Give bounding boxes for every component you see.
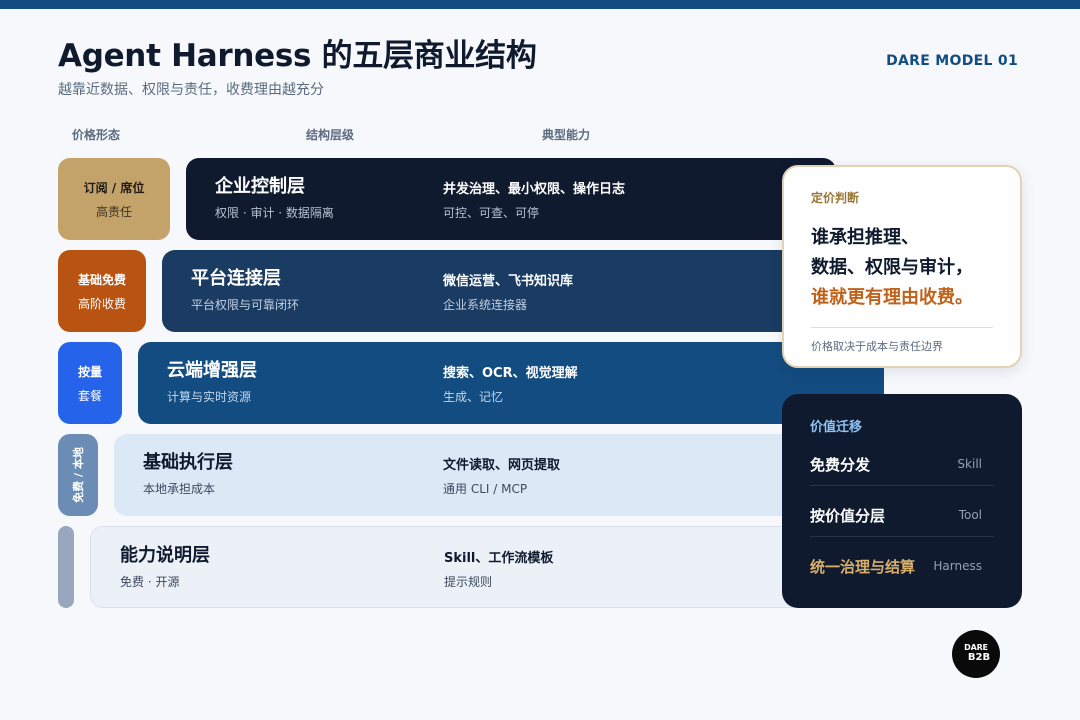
layer-sub: 权限 · 审计 · 数据隔离 bbox=[215, 206, 334, 220]
shift-heading: 价值迁移 bbox=[810, 420, 863, 435]
layer-sub: 平台权限与可靠闭环 bbox=[191, 298, 300, 312]
judgement-divider bbox=[811, 327, 993, 328]
shift-row-label: 按价值分层 bbox=[810, 507, 886, 525]
layer-capability-sub: 可控、可查、可停 bbox=[443, 206, 540, 220]
shift-row-skill: 免费分发 Skill bbox=[810, 454, 994, 478]
logo-line-2: B2B bbox=[967, 652, 991, 663]
layer-capability-sub: 提示规则 bbox=[444, 575, 493, 589]
shift-divider bbox=[810, 536, 994, 537]
judgement-note: 价格取决于成本与责任边界 bbox=[811, 340, 943, 353]
layer-capability-main: 文件读取、网页提取 bbox=[443, 458, 561, 473]
layer-capability-sub: 生成、记忆 bbox=[443, 390, 504, 404]
layer-capability-description: 能力说明层 免费 · 开源 Skill、工作流模板 提示规则 bbox=[90, 526, 804, 608]
pricing-tag-open bbox=[58, 526, 74, 608]
pricing-tag-title: 订阅 / 席位 bbox=[83, 180, 145, 195]
value-shift-card: 价值迁移 免费分发 Skill 按价值分层 Tool 统一治理与结算 Harne… bbox=[782, 394, 1022, 608]
layer-sub: 本地承担成本 bbox=[143, 482, 216, 496]
pricing-tag-free-local: 免费 / 本地 bbox=[58, 434, 98, 516]
layer-name: 基础执行层 bbox=[143, 452, 233, 473]
pricing-tag-freemium: 基础免费 高阶收费 bbox=[58, 250, 146, 332]
pricing-tag-subscription: 订阅 / 席位 高责任 bbox=[58, 158, 170, 240]
shift-row-harness: 统一治理与结算 Harness bbox=[810, 556, 994, 580]
layer-name: 平台连接层 bbox=[191, 268, 281, 289]
page-title: Agent Harness 的五层商业结构 bbox=[58, 38, 537, 74]
logo-line-1: DARE bbox=[964, 643, 988, 652]
layer-capability-main: 搜索、OCR、视觉理解 bbox=[443, 366, 578, 381]
judgement-line-2: 数据、权限与审计， bbox=[811, 257, 973, 278]
judgement-line-1: 谁承担推理、 bbox=[811, 227, 919, 248]
column-header-layer: 结构层级 bbox=[306, 128, 355, 142]
shift-row-tool: 按价值分层 Tool bbox=[810, 505, 994, 529]
layer-enterprise-control: 企业控制层 权限 · 审计 · 数据隔离 并发治理、最小权限、操作日志 可控、可… bbox=[186, 158, 836, 240]
layer-capability-main: 微信运营、飞书知识库 bbox=[443, 274, 574, 289]
layer-sub: 计算与实时资源 bbox=[167, 390, 252, 404]
shift-row-label: 免费分发 bbox=[810, 456, 871, 474]
column-header-pricing: 价格形态 bbox=[72, 128, 121, 142]
layer-platform-connect: 平台连接层 平台权限与可靠闭环 微信运营、飞书知识库 企业系统连接器 bbox=[162, 250, 836, 332]
layer-basic-execution: 基础执行层 本地承担成本 文件读取、网页提取 通用 CLI / MCP bbox=[114, 434, 804, 516]
layer-capability-main: 并发治理、最小权限、操作日志 bbox=[443, 182, 626, 197]
judgement-line-3: 谁就更有理由收费。 bbox=[811, 287, 973, 308]
shift-divider bbox=[810, 485, 994, 486]
shift-row-tag: Harness bbox=[933, 559, 982, 573]
model-label: DARE MODEL 01 bbox=[886, 53, 1018, 69]
column-header-capability: 典型能力 bbox=[542, 128, 591, 142]
top-accent-bar bbox=[0, 0, 1080, 9]
pricing-tag-title: 免费 / 本地 bbox=[72, 447, 85, 503]
layer-name: 云端增强层 bbox=[167, 360, 257, 381]
layer-sub: 免费 · 开源 bbox=[120, 575, 180, 589]
layer-cloud-enhance: 云端增强层 计算与实时资源 搜索、OCR、视觉理解 生成、记忆 bbox=[138, 342, 884, 424]
shift-row-tag: Skill bbox=[957, 457, 982, 471]
pricing-tag-sub: 高责任 bbox=[95, 204, 132, 219]
pricing-tag-sub: 套餐 bbox=[77, 388, 102, 403]
layer-name: 企业控制层 bbox=[215, 176, 305, 197]
judgement-heading: 定价判断 bbox=[811, 191, 860, 205]
layer-capability-sub: 企业系统连接器 bbox=[443, 298, 528, 312]
layer-capability-main: Skill、工作流模板 bbox=[444, 551, 554, 566]
pricing-judgement-card: 定价判断 谁承担推理、 数据、权限与审计， 谁就更有理由收费。 价格取决于成本与… bbox=[782, 165, 1022, 368]
pricing-tag-title: 按量 bbox=[77, 364, 102, 379]
pricing-tag-title: 基础免费 bbox=[77, 272, 126, 287]
dare-b2b-logo: DARE B2B bbox=[952, 630, 1000, 678]
page-subtitle: 越靠近数据、权限与责任，收费理由越充分 bbox=[58, 82, 324, 98]
shift-row-tag: Tool bbox=[958, 508, 982, 522]
shift-row-label: 统一治理与结算 bbox=[810, 558, 916, 576]
pricing-tag-sub: 高阶收费 bbox=[77, 296, 126, 311]
layer-capability-sub: 通用 CLI / MCP bbox=[443, 482, 528, 496]
layer-name: 能力说明层 bbox=[120, 545, 210, 566]
pricing-tag-usage: 按量 套餐 bbox=[58, 342, 122, 424]
